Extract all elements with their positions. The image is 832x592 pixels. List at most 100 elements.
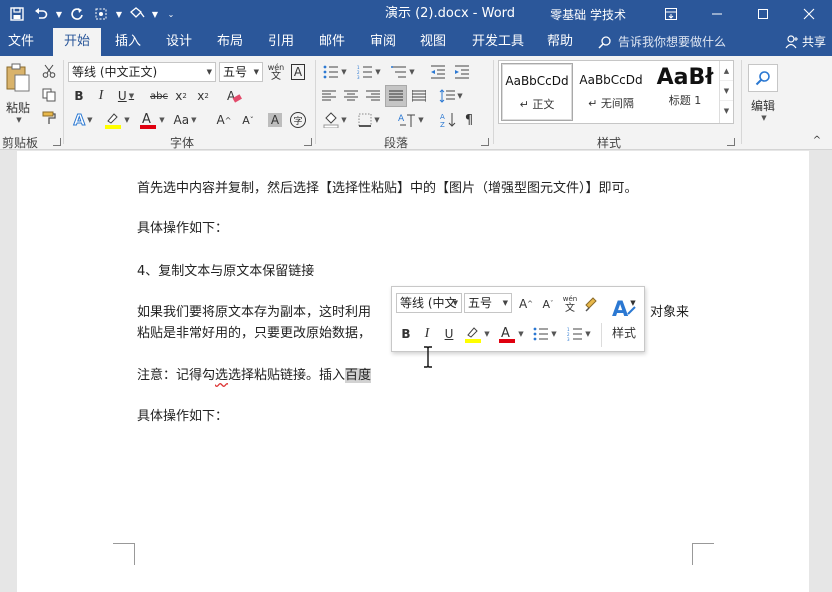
account-name[interactable]: 零基础 学技术 xyxy=(550,6,626,23)
save-icon[interactable] xyxy=(6,3,28,25)
copy-icon[interactable] xyxy=(40,86,58,104)
align-right-icon[interactable] xyxy=(364,87,382,105)
customize-qat-icon[interactable]: ⌄ xyxy=(162,3,180,25)
mini-bullets-icon[interactable]: ▼ xyxy=(530,324,560,344)
styles-scroll-down-icon[interactable]: ▼ xyxy=(720,81,733,101)
subscript-icon[interactable]: x2 xyxy=(172,87,190,105)
character-border-icon[interactable]: A xyxy=(289,62,307,82)
format-painter-qat-icon[interactable] xyxy=(126,3,148,25)
font-color-icon[interactable]: A ▼ xyxy=(138,110,166,130)
text-effects-icon[interactable]: A ▼ xyxy=(70,110,96,130)
font-launcher-icon[interactable] xyxy=(304,138,312,146)
change-case-icon[interactable]: Aa ▼ xyxy=(170,110,200,130)
phonetic-guide-icon[interactable]: wén 文 xyxy=(266,62,286,82)
mini-font-name-combo[interactable]: 等线 (中文 ▼ xyxy=(396,293,462,313)
share-button[interactable]: 共享 xyxy=(785,28,826,56)
increase-indent-icon[interactable] xyxy=(452,62,472,82)
shrink-font-icon[interactable]: Aˇ xyxy=(238,110,258,130)
format-painter-icon[interactable] xyxy=(40,109,58,127)
tab-home[interactable]: 开始 xyxy=(53,28,101,56)
editing-button[interactable]: 编辑 ▼ xyxy=(746,60,780,126)
collapse-ribbon-icon[interactable]: ^ xyxy=(810,134,824,146)
mini-shrink-font-icon[interactable]: Aˇ xyxy=(538,294,558,314)
clear-formatting-icon[interactable]: A xyxy=(224,86,244,106)
tab-layout[interactable]: 布局 xyxy=(208,28,252,56)
bullets-icon[interactable]: ▼ xyxy=(320,62,350,82)
font-size-combo[interactable]: 五号 ▼ xyxy=(219,62,263,82)
tab-file[interactable]: 文件 xyxy=(0,28,42,56)
body-paragraph-tail[interactable]: 对象来 xyxy=(650,301,689,320)
body-paragraph[interactable]: 具体操作如下： xyxy=(137,405,228,424)
tab-review[interactable]: 审阅 xyxy=(361,28,405,56)
shading-icon[interactable]: ▼ xyxy=(320,110,350,130)
styles-launcher-icon[interactable] xyxy=(727,138,735,146)
undo-dropdown-icon[interactable]: ▼ xyxy=(54,3,64,25)
style-no-spacing[interactable]: AaBbCcDd ↵ 无间隔 xyxy=(575,63,647,121)
mini-styles-dropdown-icon[interactable]: ▼ xyxy=(628,297,638,309)
line-spacing-icon[interactable]: ▼ xyxy=(436,87,466,105)
tab-mailings[interactable]: 邮件 xyxy=(310,28,354,56)
redo-icon[interactable] xyxy=(66,3,88,25)
sort-icon[interactable]: AZ xyxy=(438,110,458,130)
body-paragraph[interactable]: 4、复制文本与原文本保留链接 xyxy=(137,260,314,279)
tab-insert[interactable]: 插入 xyxy=(106,28,150,56)
document-page[interactable]: 首先选中内容并复制，然后选择【选择性粘贴】中的【图片（增强型图元文件）】即可。 … xyxy=(17,151,809,592)
align-center-icon[interactable] xyxy=(342,87,360,105)
minimize-icon[interactable] xyxy=(694,0,740,28)
body-paragraph[interactable]: 首先选中内容并复制，然后选择【选择性粘贴】中的【图片（增强型图元文件）】即可。 xyxy=(137,177,638,196)
style-heading-1[interactable]: AaBł 标题 1 xyxy=(649,63,721,121)
ribbon-display-options-icon[interactable] xyxy=(648,0,694,28)
styles-more-icon[interactable]: ▼ xyxy=(720,101,733,121)
tab-developer[interactable]: 开发工具 xyxy=(466,28,530,56)
mini-underline-icon[interactable]: U xyxy=(440,324,458,344)
mini-font-color-icon[interactable]: A ▼ xyxy=(496,324,526,344)
underline-icon[interactable]: U ▼ xyxy=(114,87,138,105)
justify-icon[interactable] xyxy=(385,85,407,107)
text-highlight-color-icon[interactable]: ▼ xyxy=(102,110,132,130)
touch-mode-icon[interactable] xyxy=(90,3,112,25)
tab-help[interactable]: 帮助 xyxy=(536,28,584,56)
tab-references[interactable]: 引用 xyxy=(259,28,303,56)
tab-view[interactable]: 视图 xyxy=(411,28,455,56)
note-paragraph[interactable]: 注意：记得勾选选择粘贴链接。插入百度 xyxy=(137,364,372,383)
body-paragraph[interactable]: 具体操作如下： xyxy=(137,217,228,236)
mini-numbering-icon[interactable]: 1 2 3 ▼ xyxy=(564,324,594,344)
mini-bold-icon[interactable]: B xyxy=(397,324,415,344)
bold-icon[interactable]: B xyxy=(70,87,88,105)
paste-button[interactable]: 粘贴 ▼ xyxy=(2,58,34,128)
clipboard-launcher-icon[interactable] xyxy=(53,138,61,146)
mini-phonetic-guide-icon[interactable]: wén 文 xyxy=(560,293,580,315)
touch-mode-dropdown-icon[interactable]: ▼ xyxy=(114,3,124,25)
mini-highlight-color-icon[interactable]: ▼ xyxy=(462,324,492,344)
undo-icon[interactable] xyxy=(30,3,52,25)
align-left-icon[interactable] xyxy=(320,87,338,105)
font-name-combo[interactable]: 等线 (中文正文) ▼ xyxy=(68,62,216,82)
styles-scroll-up-icon[interactable]: ▲ xyxy=(720,61,733,81)
distributed-icon[interactable] xyxy=(410,87,428,105)
tell-me-search[interactable]: 告诉我你想要做什么 xyxy=(598,28,726,56)
grow-font-icon[interactable]: A ^ xyxy=(214,110,234,130)
style-normal[interactable]: AaBbCcDd ↵ 正文 xyxy=(501,63,573,121)
paragraph-launcher-icon[interactable] xyxy=(481,138,489,146)
borders-icon[interactable]: ▼ xyxy=(354,110,384,130)
italic-icon[interactable]: I xyxy=(92,87,110,105)
cut-icon[interactable] xyxy=(40,62,58,80)
decrease-indent-icon[interactable] xyxy=(428,62,448,82)
superscript-icon[interactable]: x2 xyxy=(194,87,212,105)
strikethrough-icon[interactable]: abc xyxy=(148,87,170,105)
show-formatting-marks-icon[interactable]: ¶ xyxy=(460,110,478,130)
body-paragraph[interactable]: 如果我们要将原文本存为副本，这时利用 xyxy=(137,301,371,320)
multilevel-list-icon[interactable]: ▼ xyxy=(388,62,418,82)
enclose-characters-icon[interactable]: 字 xyxy=(288,110,308,130)
mini-italic-icon[interactable]: I xyxy=(418,324,436,344)
qat-dropdown-icon[interactable]: ▼ xyxy=(150,3,160,25)
close-icon[interactable] xyxy=(786,0,832,28)
tab-design[interactable]: 设计 xyxy=(157,28,201,56)
numbering-icon[interactable]: 1 2 3 ▼ xyxy=(354,62,384,82)
mini-grow-font-icon[interactable]: A ^ xyxy=(516,294,536,314)
character-shading-icon[interactable]: A xyxy=(266,110,284,130)
mini-font-size-combo[interactable]: 五号 ▼ xyxy=(464,293,512,313)
body-paragraph[interactable]: 粘贴是非常好用的，只要更改原始数据， xyxy=(137,322,371,341)
mini-format-painter-icon[interactable] xyxy=(582,294,602,314)
chinese-layout-icon[interactable]: A ▼ xyxy=(396,110,426,130)
